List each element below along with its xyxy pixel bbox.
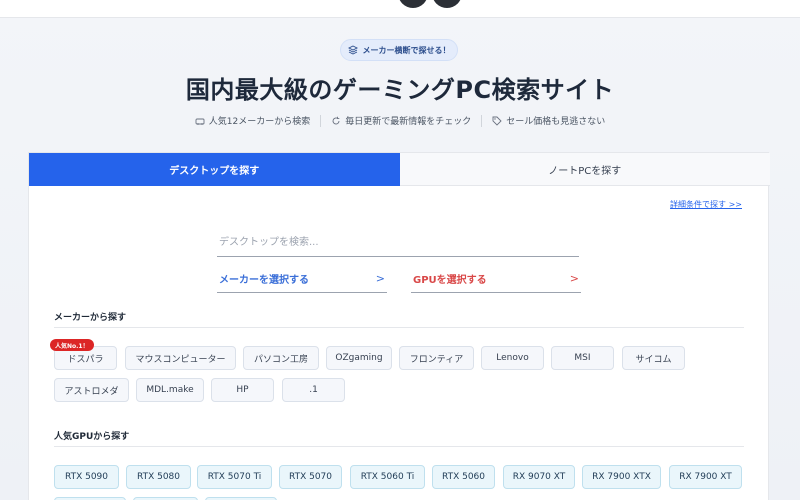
search-input[interactable] (217, 229, 579, 257)
maker-chip[interactable]: サイコム (622, 346, 685, 370)
hero-pill-label: メーカー横断で探せる！ (362, 45, 451, 55)
gpu-chip[interactable]: RTX 5090 (54, 465, 119, 489)
layers-icon (347, 45, 358, 55)
gpu-chip[interactable]: RTX 5080 (126, 465, 191, 489)
maker-chip[interactable]: MSI (551, 346, 614, 370)
maker-select-label: メーカーを選択する (219, 275, 309, 286)
tab-notebook[interactable]: ノートPCを探す (399, 153, 770, 186)
divider (481, 114, 483, 127)
maker-chip[interactable]: マウスコンピューター (125, 346, 236, 370)
maker-chip[interactable]: アストロメダ (54, 378, 129, 402)
tab-desktop[interactable]: デスクトップを探す (29, 153, 400, 186)
gpu-chip[interactable]: RTX 5060 (432, 465, 495, 489)
feature-label: 人気12メーカーから検索 (208, 117, 311, 127)
feature-item: 毎日更新で最新情報をチェック (331, 114, 471, 127)
gpu-chip[interactable]: RTX 5060 Ti (350, 465, 425, 489)
popular-badge: 人気No.1！ (50, 339, 94, 351)
search-panel: デスクトップを探す ノートPCを探す 詳細条件で探す >> メーカーを選択する … (28, 152, 770, 500)
car-icon (195, 118, 205, 125)
feature-item: セール価格も見逃さない (492, 114, 605, 127)
gpu-chip[interactable]: RX 7900 XT (669, 465, 742, 489)
gpu-select[interactable]: GPUを選択する > (411, 265, 581, 293)
maker-chip[interactable]: .1 (282, 378, 345, 402)
hero-pill-badge: メーカー横断で探せる！ (340, 39, 458, 61)
refresh-icon (332, 116, 340, 124)
gpu-section-title: 人気GPUから探す (54, 432, 130, 442)
maker-chip[interactable]: Lenovo (481, 346, 544, 370)
page-title: 国内最大級のゲーミングPC検索サイト (185, 76, 615, 104)
tag-icon (492, 116, 502, 126)
maker-chip[interactable]: OZgaming (326, 346, 392, 370)
product-tabs: デスクトップを探す ノートPCを探す (29, 153, 770, 186)
chevron-right-icon: > (375, 272, 385, 285)
feature-list: 人気12メーカーから検索 毎日更新で最新情報をチェック セール価格も見逃さない (0, 114, 800, 127)
divider (54, 446, 744, 447)
feature-item: 人気12メーカーから検索 (195, 114, 310, 127)
feature-label: セール価格も見逃さない (506, 117, 606, 127)
maker-chip[interactable]: パソコン工房 (243, 346, 319, 370)
divider (54, 327, 744, 328)
chevron-right-icon: > (569, 272, 579, 285)
gpu-chip[interactable]: RTX 5070 Ti (197, 465, 272, 489)
gpu-chip[interactable]: RX 9070 XT (503, 465, 575, 489)
gpu-chip[interactable]: RTX 5070 (279, 465, 342, 489)
gpu-select-label: GPUを選択する (413, 275, 487, 286)
feature-label: 毎日更新で最新情報をチェック (345, 117, 472, 127)
divider (320, 114, 322, 127)
maker-chip[interactable]: HP (211, 378, 274, 402)
maker-section-title: メーカーから探す (54, 313, 127, 323)
gpu-chip[interactable]: RX 7900 XTX (582, 465, 661, 489)
maker-chip[interactable]: フロンティア (399, 346, 474, 370)
detailed-search-link[interactable]: 詳細条件で探す >> (670, 199, 742, 210)
top-header-bar (0, 0, 800, 18)
maker-select[interactable]: メーカーを選択する > (217, 265, 387, 293)
maker-chip[interactable]: MDL.make (136, 378, 204, 402)
site-logo[interactable] (398, 0, 462, 8)
